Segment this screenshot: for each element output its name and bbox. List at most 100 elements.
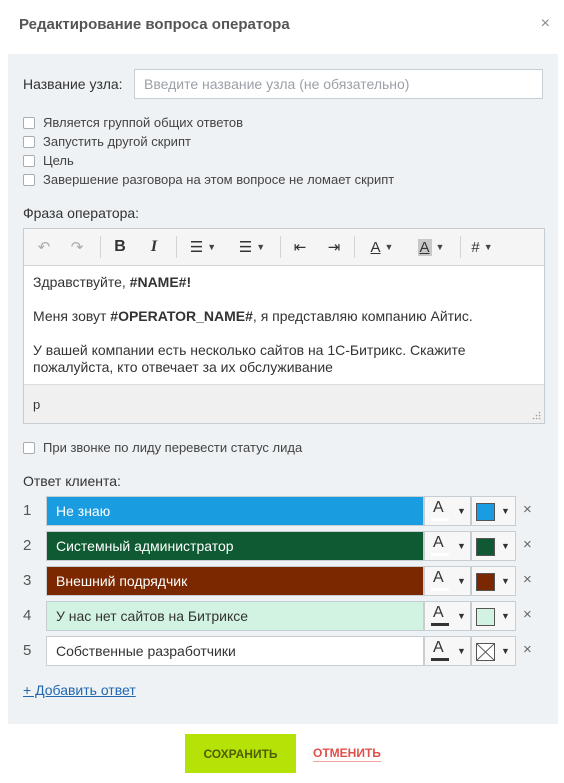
- font-color-picker[interactable]: A ▼: [424, 601, 471, 631]
- editor-content[interactable]: Здравствуйте, #NAME#! Меня зовут #OPERAT…: [24, 266, 544, 384]
- checkbox[interactable]: [23, 136, 35, 148]
- chevron-down-icon: ▼: [457, 646, 466, 656]
- chevron-down-icon: ▼: [501, 576, 510, 586]
- bg-color-picker[interactable]: ▼: [471, 531, 516, 561]
- undo-icon[interactable]: ↶: [31, 229, 57, 265]
- chevron-down-icon: ▼: [256, 242, 266, 252]
- bullet-list-button[interactable]: ☰ ▼: [182, 229, 224, 265]
- remove-answer-icon[interactable]: ×: [523, 502, 532, 518]
- font-color-icon: A: [433, 569, 444, 586]
- dialog-header: Редактирование вопроса оператора ×: [0, 0, 564, 54]
- client-answers-label: Ответ клиента:: [23, 473, 121, 489]
- rich-text-editor: ↶ ↷ B I ☰ ▼ ☰ ▼ ⇤ ⇥ A ▼ A ▼ # ▼ Здравств…: [23, 228, 545, 424]
- option-label: Завершение разговора на этом вопросе не …: [43, 172, 395, 187]
- save-button[interactable]: СОХРАНИТЬ: [185, 734, 296, 773]
- option-label: Цель: [43, 153, 74, 168]
- bg-color-picker[interactable]: ▼: [471, 566, 516, 596]
- add-answer-link[interactable]: + Добавить ответ: [23, 682, 136, 698]
- chevron-down-icon: ▼: [501, 611, 510, 621]
- editor-toolbar: ↶ ↷ B I ☰ ▼ ☰ ▼ ⇤ ⇥ A ▼ A ▼ # ▼: [24, 229, 544, 266]
- outdent-icon[interactable]: ⇤: [287, 229, 313, 265]
- font-color-bar: [431, 658, 449, 661]
- remove-answer-icon[interactable]: ×: [523, 537, 532, 553]
- answer-number: 5: [23, 642, 32, 659]
- chevron-down-icon: ▼: [457, 541, 466, 551]
- paragraph: Меня зовут #OPERATOR_NAME#, я представля…: [33, 308, 535, 325]
- font-color-picker[interactable]: A ▼: [424, 531, 471, 561]
- text: Здравствуйте,: [33, 274, 130, 290]
- checkbox[interactable]: [23, 117, 35, 129]
- placeholder-menu-button[interactable]: # ▼: [467, 229, 497, 265]
- answer-number: 3: [23, 572, 32, 589]
- close-icon[interactable]: ×: [541, 16, 550, 32]
- color-swatch: [476, 503, 495, 521]
- bg-color-picker[interactable]: ▼: [471, 636, 516, 666]
- chevron-down-icon: ▼: [435, 242, 445, 252]
- font-color-picker[interactable]: A ▼: [424, 566, 471, 596]
- italic-button[interactable]: I: [141, 229, 167, 265]
- text: , я представляю компанию Айтис.: [252, 308, 473, 324]
- variable-token: #NAME#!: [129, 274, 192, 290]
- chevron-down-icon: ▼: [207, 242, 217, 252]
- chevron-down-icon: ▼: [501, 506, 510, 516]
- answer-number: 1: [23, 502, 32, 519]
- option-label: Запустить другой скрипт: [43, 134, 191, 149]
- chevron-down-icon: ▼: [501, 646, 510, 656]
- answer-row: 2 Системный администратор A ▼ ▼ ×: [23, 531, 543, 561]
- cancel-button[interactable]: ОТМЕНИТЬ: [313, 746, 381, 762]
- font-color-bar: [431, 588, 449, 591]
- redo-icon[interactable]: ↷: [64, 229, 90, 265]
- checkbox[interactable]: [23, 174, 35, 186]
- checkbox[interactable]: [23, 155, 35, 167]
- answer-number: 4: [23, 607, 32, 624]
- chevron-down-icon: ▼: [457, 506, 466, 516]
- variable-token: #OPERATOR_NAME#: [110, 308, 253, 324]
- font-color-bar: [431, 623, 449, 626]
- chevron-down-icon: ▼: [384, 242, 394, 252]
- font-color-icon: A: [433, 499, 444, 516]
- bg-color-icon: A: [417, 238, 432, 256]
- remove-answer-icon[interactable]: ×: [523, 642, 532, 658]
- text-color-button[interactable]: A ▼: [361, 229, 403, 265]
- answer-input[interactable]: Системный администратор: [46, 531, 424, 561]
- chevron-down-icon: ▼: [457, 576, 466, 586]
- operator-phrase-label: Фраза оператора:: [23, 205, 140, 221]
- bg-color-picker[interactable]: ▼: [471, 496, 516, 526]
- color-swatch: [476, 538, 495, 556]
- font-color-picker[interactable]: A ▼: [424, 496, 471, 526]
- paragraph: Здравствуйте, #NAME#!: [33, 274, 535, 291]
- bg-color-button[interactable]: A ▼: [410, 229, 452, 265]
- toolbar-divider: [460, 236, 461, 258]
- dialog-title: Редактирование вопроса оператора: [19, 16, 290, 33]
- node-name-input[interactable]: [134, 69, 543, 99]
- bold-button[interactable]: B: [107, 229, 133, 265]
- remove-answer-icon[interactable]: ×: [523, 607, 532, 623]
- answer-row: 5 Собственные разработчики A ▼ ▼ ×: [23, 636, 543, 666]
- answer-row: 4 У нас нет сайтов на Битриксе A ▼ ▼ ×: [23, 601, 543, 631]
- editor-statusbar: p: [24, 384, 544, 423]
- element-path: p: [33, 397, 41, 412]
- hash-icon: #: [471, 238, 480, 256]
- option-label: Является группой общих ответов: [43, 115, 244, 130]
- font-color-icon: A: [433, 534, 444, 551]
- answer-input[interactable]: Собственные разработчики: [46, 636, 424, 666]
- node-name-label: Название узла:: [23, 76, 123, 92]
- color-swatch: [476, 643, 495, 661]
- font-color-bar: [431, 553, 449, 556]
- paragraph: У вашей компании есть несколько сайтов н…: [33, 342, 535, 376]
- text: У вашей компании есть несколько сайтов н…: [33, 342, 466, 375]
- bullet-list-icon: ☰: [189, 239, 204, 256]
- answer-input[interactable]: Внешний подрядчик: [46, 566, 424, 596]
- answer-input[interactable]: У нас нет сайтов на Битриксе: [46, 601, 424, 631]
- toolbar-divider: [354, 236, 355, 258]
- bg-color-picker[interactable]: ▼: [471, 601, 516, 631]
- indent-icon[interactable]: ⇥: [321, 229, 347, 265]
- remove-answer-icon[interactable]: ×: [523, 572, 532, 588]
- font-color-picker[interactable]: A ▼: [424, 636, 471, 666]
- answer-input[interactable]: Не знаю: [46, 496, 424, 526]
- toolbar-divider: [176, 236, 177, 258]
- color-swatch: [476, 573, 495, 591]
- resize-grip-icon[interactable]: [532, 411, 541, 420]
- numbered-list-button[interactable]: ☰ ▼: [231, 229, 273, 265]
- checkbox[interactable]: [23, 442, 35, 454]
